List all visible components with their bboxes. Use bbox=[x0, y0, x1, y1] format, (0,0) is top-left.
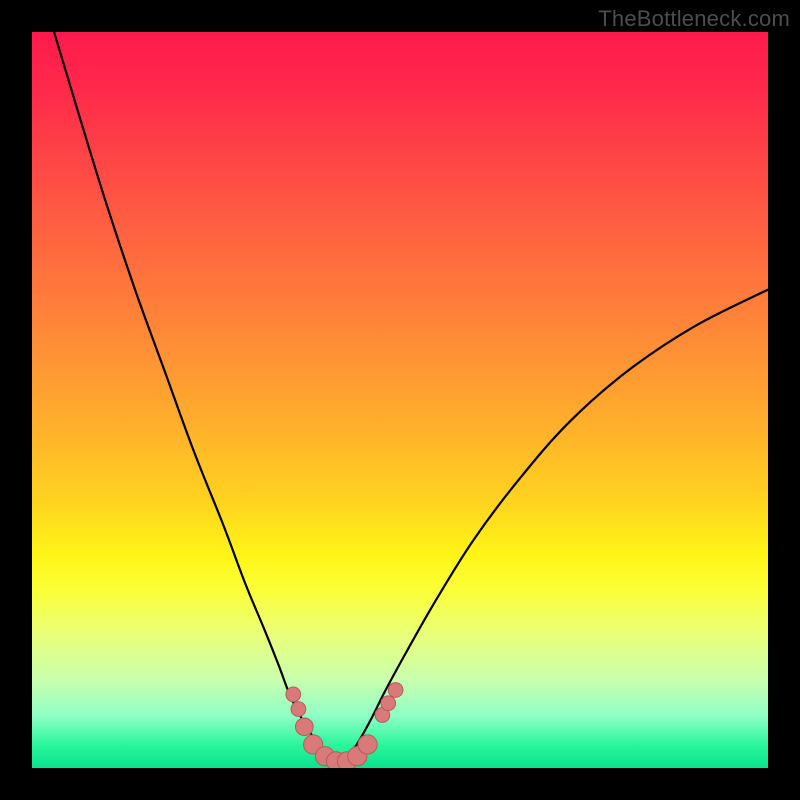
marker-dot bbox=[295, 718, 313, 736]
right-curve bbox=[341, 290, 768, 765]
left-curve bbox=[54, 32, 341, 764]
marker-dot bbox=[286, 687, 301, 702]
chart-frame: TheBottleneck.com bbox=[0, 0, 800, 800]
attribution-text: TheBottleneck.com bbox=[598, 6, 790, 32]
chart-plot-area bbox=[32, 32, 768, 768]
chart-svg bbox=[32, 32, 768, 768]
marker-dot bbox=[358, 735, 377, 754]
marker-dot bbox=[291, 702, 306, 717]
highlight-markers bbox=[286, 683, 403, 768]
marker-dot bbox=[388, 683, 403, 698]
marker-dot bbox=[381, 696, 396, 711]
